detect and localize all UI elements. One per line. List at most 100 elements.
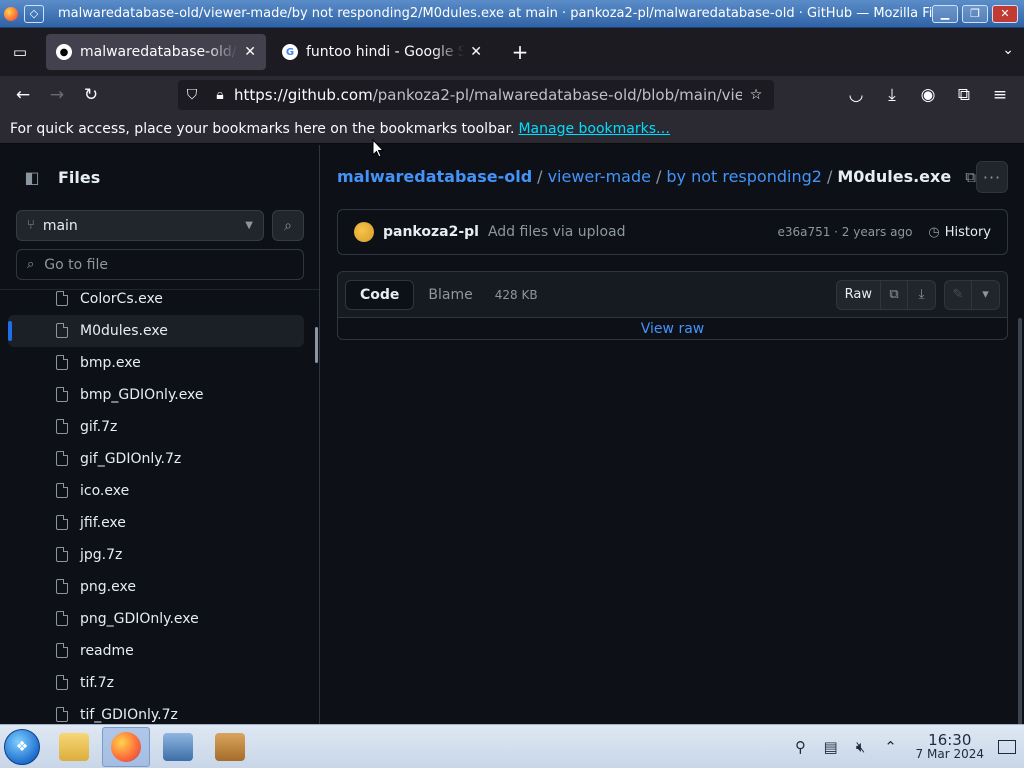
new-tab-button[interactable]: + [504,36,536,68]
avatar[interactable] [354,222,374,242]
forward-button[interactable]: → [40,80,74,110]
tree-item-file[interactable]: M0dules.exe [8,315,304,347]
firefox-icon [111,731,141,762]
commit-meta[interactable]: e36a751 · 2 years ago [777,225,912,239]
tree-item-label: M0dules.exe [80,323,168,339]
tree-item-file[interactable]: tif.7z [8,667,304,699]
url-bar[interactable]: ⛉ 🔒︎ https://github.com/pankoza2-pl/malw… [178,80,774,110]
tab-strip: ▭ ● malwaredatabase-old/viewer-made/by n… [0,28,1024,76]
back-button[interactable]: ← [6,80,40,110]
clipboard-icon[interactable]: ▤ [816,738,846,756]
monitor-icon [163,732,193,761]
window-title: malwaredatabase-old/viewer-made/by not r… [58,6,932,21]
clock-time: 16:30 [928,730,972,749]
clock-date: 7 Mar 2024 [915,746,984,761]
collapse-sidebar-icon[interactable]: ◧ [16,161,48,193]
clock[interactable]: 16:30 7 Mar 2024 [915,730,984,761]
lock-icon[interactable]: 🔒︎ [206,87,234,103]
maximize-button[interactable]: ❐ [962,4,988,23]
account-icon[interactable]: ◉ [910,80,946,110]
github-icon: ● [56,44,72,60]
tab-close-icon[interactable]: ✕ [244,44,256,60]
chevron-up-icon[interactable]: ⌃ [876,738,906,756]
history-button[interactable]: ◷ History [928,225,991,240]
copy-path-icon[interactable]: ⧉ [965,168,976,186]
package-icon [215,732,245,761]
chevron-down-icon[interactable]: ▾ [972,281,999,309]
go-to-file-input[interactable] [44,256,275,273]
page-title: M0dules.exe [837,167,952,186]
volume-muted-icon[interactable]: 🔇︎ [846,738,876,756]
breadcrumb-repo-link[interactable]: malwaredatabase-old [337,167,532,186]
branch-selector[interactable]: ⑂ main ▼ [16,210,264,241]
taskbar: ❖ ⚲ ▤ 🔇︎ ⌃ 16:30 7 Mar 2024 [0,724,1024,768]
menu-icon[interactable]: ≡ [982,80,1018,110]
shield-icon[interactable]: ⛉ [178,87,206,103]
pocket-icon[interactable]: ◡ [838,80,874,110]
tree-item-file[interactable]: png_GDIOnly.exe [8,603,304,635]
taskbar-file-manager[interactable] [50,727,98,767]
raw-button[interactable]: Raw [837,280,881,309]
main-content: malwaredatabase-old / viewer-made / by n… [321,145,1024,728]
tab-google[interactable]: G funtoo hindi - Google Search ✕ [272,34,492,70]
bookmark-star-icon[interactable]: ☆ [742,87,770,103]
taskbar-system-monitor[interactable] [154,727,202,767]
breadcrumb-folder-link[interactable]: by not responding2 [666,167,822,186]
tree-item-file[interactable]: jpg.7z [8,539,304,571]
search-icon[interactable]: ⌕ [272,210,304,241]
file-icon [56,515,68,530]
tree-item-file[interactable]: bmp.exe [8,347,304,379]
commit-author[interactable]: pankoza2-pl [383,224,479,240]
firefox-icon [4,6,18,21]
firefox-view-button[interactable]: ▭ [0,32,40,72]
tree-item-file[interactable]: gif_GDIOnly.7z [8,443,304,475]
downloads-icon[interactable]: ⤓ [874,80,910,110]
tab-blame[interactable]: Blame [414,280,486,310]
sidebar-scrollbar[interactable] [315,327,318,363]
tree-item-file[interactable]: gif.7z [8,411,304,443]
tab-github[interactable]: ● malwaredatabase-old/viewer-made/by not… [46,34,266,70]
tree-item-file[interactable]: tif_GDIOnly.7z [8,699,304,724]
tree-item-file[interactable]: jfif.exe [8,507,304,539]
go-to-file-field[interactable]: ⌕ [16,249,304,280]
tree-item-file[interactable]: bmp_GDIOnly.exe [8,379,304,411]
network-icon[interactable]: ⚲ [786,738,816,756]
view-raw-link[interactable]: View raw [338,318,1007,339]
download-icon[interactable]: ⤓ [908,281,935,309]
show-desktop-button[interactable] [998,739,1016,754]
close-window-button[interactable]: ✕ [992,4,1018,23]
start-button[interactable]: ❖ [4,728,40,765]
reload-button[interactable]: ↻ [74,80,108,110]
chevron-down-icon: ▼ [245,220,253,231]
breadcrumb-folder-link[interactable]: viewer-made [548,167,651,186]
breadcrumb-separator: / [826,167,833,186]
tree-item-label: ico.exe [80,483,130,499]
more-options-button[interactable]: ··· [976,161,1008,193]
tree-item-file[interactable]: readme [8,635,304,667]
tree-item-label: gif.7z [80,419,118,435]
tree-item-file[interactable]: ColorCs.exe [8,290,304,315]
tree-item-file[interactable]: png.exe [8,571,304,603]
commit-message[interactable]: Add files via upload [488,224,626,240]
taskbar-firefox[interactable] [102,726,150,767]
page-scrollbar[interactable] [1018,318,1022,728]
tab-code[interactable]: Code [345,279,415,310]
extensions-icon[interactable]: ⧉ [946,80,982,110]
breadcrumb: malwaredatabase-old / viewer-made / by n… [337,167,976,186]
file-icon [56,387,68,402]
taskbar-archive-manager[interactable] [206,727,254,767]
list-all-tabs-icon[interactable]: ⌄ [1002,42,1014,58]
edit-pencil-icon[interactable]: ✎ [945,280,972,309]
file-icon [56,675,68,690]
tree-item-label: png_GDIOnly.exe [80,611,199,627]
pin-icon[interactable]: ◇ [24,4,44,23]
manage-bookmarks-link[interactable]: Manage bookmarks… [518,121,670,137]
tree-item-file[interactable]: ico.exe [8,475,304,507]
folder-icon [59,732,89,761]
url-text[interactable]: https://github.com/pankoza2-pl/malwareda… [234,86,742,104]
tab-close-icon[interactable]: ✕ [470,44,482,60]
copy-raw-icon[interactable]: ⧉ [881,280,908,309]
minimize-button[interactable]: ▁ [932,4,958,23]
google-icon: G [282,44,298,60]
breadcrumb-separator: / [655,167,662,186]
